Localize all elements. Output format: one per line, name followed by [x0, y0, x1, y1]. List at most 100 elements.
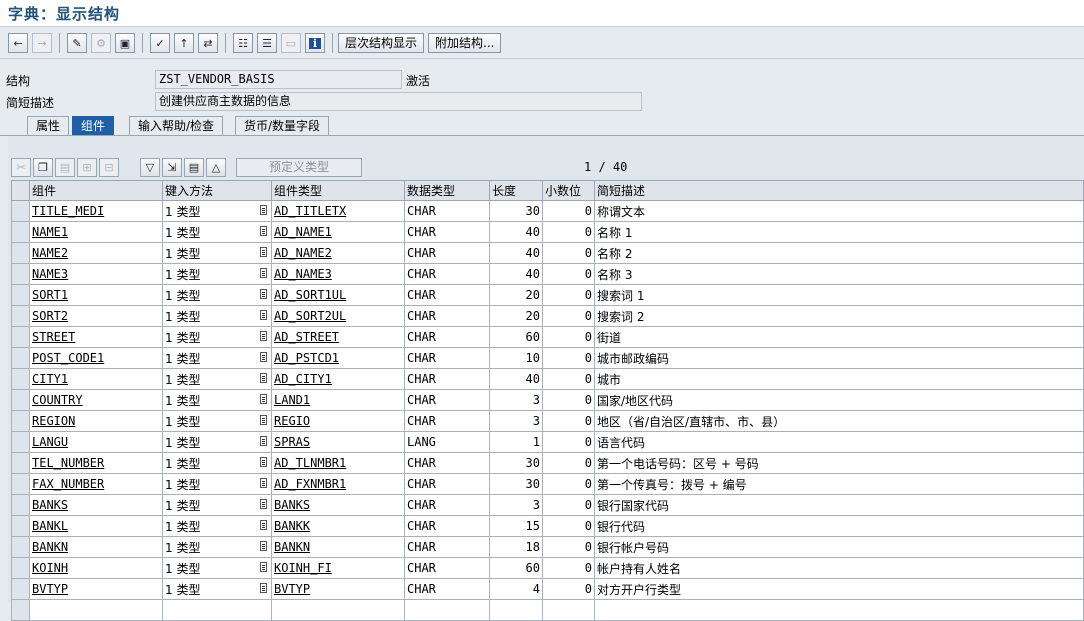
row-selector[interactable]: [11, 368, 30, 390]
component-type-link[interactable]: AD_TITLETX: [274, 204, 346, 218]
entry-method-cell[interactable]: 1 类型: [162, 305, 272, 327]
component-link[interactable]: NAME1: [32, 225, 68, 239]
component-link[interactable]: BANKN: [32, 540, 68, 554]
component-link[interactable]: NAME2: [32, 246, 68, 260]
row-selector[interactable]: [11, 326, 30, 348]
component-type-cell[interactable]: AD_NAME2: [271, 242, 405, 264]
hierarchy-display-button[interactable]: 层次结构显示: [338, 33, 425, 53]
entry-method-cell[interactable]: 1 类型: [162, 473, 272, 495]
column-header-data-type[interactable]: 数据类型: [404, 180, 490, 201]
value-help-icon[interactable]: [260, 289, 267, 299]
value-help-icon[interactable]: [260, 436, 267, 446]
entry-method-cell[interactable]: 1 类型: [162, 452, 272, 474]
component-type-link[interactable]: LAND1: [274, 393, 310, 407]
entry-method-cell[interactable]: 1 类型: [162, 284, 272, 306]
component-cell[interactable]: SORT1: [29, 284, 163, 306]
component-type-link[interactable]: AD_NAME3: [274, 267, 332, 281]
component-cell[interactable]: TEL_NUMBER: [29, 452, 163, 474]
component-type-link[interactable]: REGIO: [274, 414, 310, 428]
value-help-icon[interactable]: [260, 268, 267, 278]
column-header-short-description[interactable]: 简短描述: [594, 180, 1084, 201]
display-change-icon[interactable]: ✎: [67, 33, 87, 53]
tab-currency-quantity-fields[interactable]: 货币/数量字段: [235, 116, 330, 135]
expand-icon[interactable]: ⇲: [162, 158, 182, 177]
component-link[interactable]: SORT2: [32, 309, 68, 323]
row-selector[interactable]: [11, 200, 30, 222]
value-help-icon[interactable]: [260, 331, 267, 341]
component-link[interactable]: BANKL: [32, 519, 68, 533]
component-type-cell[interactable]: AD_NAME1: [271, 221, 405, 243]
column-header-component[interactable]: 组件: [29, 180, 163, 201]
value-help-icon[interactable]: [260, 520, 267, 530]
component-link[interactable]: POST_CODE1: [32, 351, 104, 365]
entry-method-cell[interactable]: 1 类型: [162, 347, 272, 369]
component-link[interactable]: BVTYP: [32, 582, 68, 596]
entry-method-cell[interactable]: 1 类型: [162, 263, 272, 285]
append-structure-button[interactable]: 附加结构...: [428, 33, 502, 53]
value-help-icon[interactable]: [260, 373, 267, 383]
navigation-window-icon[interactable]: ▭: [281, 33, 301, 53]
entry-method-cell[interactable]: 1 类型: [162, 536, 272, 558]
sort-icon[interactable]: ▽: [140, 158, 160, 177]
value-help-icon[interactable]: [260, 478, 267, 488]
entry-method-cell[interactable]: 1 类型: [162, 494, 272, 516]
row-selector[interactable]: [11, 389, 30, 411]
component-link[interactable]: FAX_NUMBER: [32, 477, 104, 491]
value-help-icon[interactable]: [260, 541, 267, 551]
paste-icon[interactable]: ▤: [55, 158, 75, 177]
component-cell[interactable]: KOINH: [29, 557, 163, 579]
component-type-cell[interactable]: AD_FXNMBR1: [271, 473, 405, 495]
component-cell[interactable]: BANKS: [29, 494, 163, 516]
row-selector[interactable]: [11, 410, 30, 432]
entry-method-cell[interactable]: 1 类型: [162, 368, 272, 390]
display-object-list-icon[interactable]: ☰: [257, 33, 277, 53]
entry-method-cell[interactable]: 1 类型: [162, 557, 272, 579]
row-selector[interactable]: [11, 536, 30, 558]
row-selector[interactable]: [11, 284, 30, 306]
component-cell[interactable]: STREET: [29, 326, 163, 348]
component-cell[interactable]: POST_CODE1: [29, 347, 163, 369]
component-type-cell[interactable]: AD_CITY1: [271, 368, 405, 390]
component-type-link[interactable]: AD_NAME2: [274, 246, 332, 260]
check-icon[interactable]: ✓: [150, 33, 170, 53]
copy-icon[interactable]: ❐: [33, 158, 53, 177]
collapse-icon[interactable]: △: [206, 158, 226, 177]
object-list-icon[interactable]: ☷: [233, 33, 253, 53]
component-type-link[interactable]: BANKN: [274, 540, 310, 554]
predefined-type-button[interactable]: 预定义类型: [236, 158, 362, 177]
component-cell[interactable]: BANKL: [29, 515, 163, 537]
row-selector[interactable]: [11, 578, 30, 600]
component-type-cell[interactable]: AD_SORT1UL: [271, 284, 405, 306]
value-help-icon[interactable]: [260, 499, 267, 509]
value-help-icon[interactable]: [260, 394, 267, 404]
component-type-cell[interactable]: AD_NAME3: [271, 263, 405, 285]
component-cell[interactable]: COUNTRY: [29, 389, 163, 411]
info-icon[interactable]: i: [305, 33, 325, 53]
back-icon[interactable]: ←: [8, 33, 28, 53]
value-help-icon[interactable]: [260, 583, 267, 593]
row-selector[interactable]: [11, 515, 30, 537]
tab-components[interactable]: 组件: [72, 116, 115, 135]
row-selector[interactable]: [11, 431, 30, 453]
component-cell[interactable]: NAME3: [29, 263, 163, 285]
component-type-cell[interactable]: REGIO: [271, 410, 405, 432]
component-cell[interactable]: NAME1: [29, 221, 163, 243]
tab-input-help-check[interactable]: 输入帮助/检查: [129, 116, 224, 135]
component-type-link[interactable]: BANKK: [274, 519, 310, 533]
component-type-link[interactable]: AD_TLNMBR1: [274, 456, 346, 470]
entry-method-cell[interactable]: 1 类型: [162, 221, 272, 243]
component-link[interactable]: CITY1: [32, 372, 68, 386]
value-help-icon[interactable]: [260, 310, 267, 320]
details-icon[interactable]: ▤: [184, 158, 204, 177]
forward-icon[interactable]: →: [32, 33, 52, 53]
delete-row-icon[interactable]: ⊟: [99, 158, 119, 177]
component-type-cell[interactable]: BVTYP: [271, 578, 405, 600]
row-selector[interactable]: [11, 242, 30, 264]
column-header-component-type[interactable]: 组件类型: [271, 180, 405, 201]
component-cell[interactable]: NAME2: [29, 242, 163, 264]
component-type-link[interactable]: AD_PSTCD1: [274, 351, 339, 365]
row-selector[interactable]: [11, 263, 30, 285]
component-type-link[interactable]: AD_SORT1UL: [274, 288, 346, 302]
component-cell[interactable]: REGION: [29, 410, 163, 432]
component-cell[interactable]: BANKN: [29, 536, 163, 558]
